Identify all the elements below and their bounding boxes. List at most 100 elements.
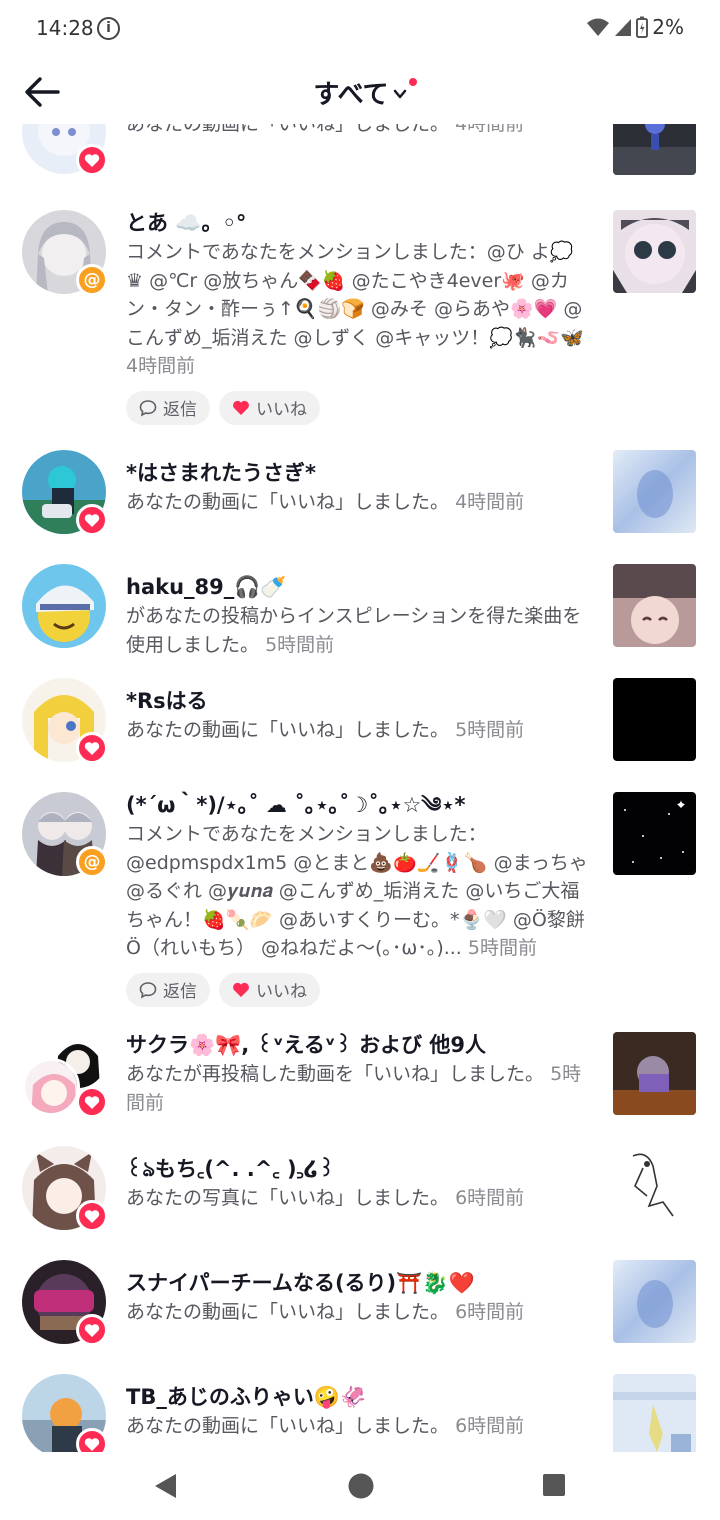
avatar[interactable]: @ bbox=[22, 792, 108, 878]
avatar[interactable] bbox=[22, 124, 108, 176]
chat-bubble-icon bbox=[139, 399, 157, 417]
timestamp: 4時間前 bbox=[126, 355, 196, 377]
like-badge bbox=[76, 504, 108, 536]
at-sign-icon: @ bbox=[83, 269, 101, 290]
notification-content: TB_あじのふりゃい🤪🦑 あなたの動画に「いいね」しました。 6時間前 bbox=[126, 1382, 592, 1441]
avatar-front bbox=[22, 1058, 80, 1116]
nav-home-button[interactable] bbox=[347, 1472, 375, 1504]
mention-badge: @ bbox=[76, 846, 108, 878]
avatar[interactable] bbox=[22, 564, 106, 648]
notification-list[interactable]: あなたの動画に「いいね」しました。 4時間前 @ とあ ☁️。◦° コメントであ… bbox=[0, 124, 720, 1452]
avatar[interactable] bbox=[22, 450, 108, 536]
like-badge bbox=[76, 144, 108, 176]
chevron-down-icon bbox=[393, 89, 406, 99]
status-time: 14:28 bbox=[36, 16, 94, 40]
notification-text: あなたの動画に「いいね」しました。 4時間前 bbox=[126, 124, 592, 139]
user-name[interactable]: TB_あじのふりゃい🤪🦑 bbox=[126, 1382, 592, 1412]
triangle-back-icon bbox=[155, 1474, 176, 1498]
notification-text: あなたの動画に「いいね」しました。 6時間前 bbox=[126, 1415, 525, 1437]
notification-text: あなたの動画に「いいね」しました。 5時間前 bbox=[126, 719, 525, 741]
notification-text: あなたの写真に「いいね」しました。 6時間前 bbox=[126, 1187, 525, 1209]
timestamp: 5時間前 bbox=[455, 719, 525, 741]
notification-text: があなたの投稿からインスピレーションを得た楽曲を使用しました。 5時間前 bbox=[126, 605, 582, 656]
notification-text: あなたが再投稿した動画を「いいね」しました。 5時間前 bbox=[126, 1063, 582, 1114]
user-name[interactable]: *はさまれたうさぎ* bbox=[126, 458, 592, 488]
photo-thumbnail[interactable] bbox=[613, 1146, 696, 1229]
video-thumbnail[interactable] bbox=[613, 1260, 696, 1343]
video-thumbnail[interactable] bbox=[613, 792, 696, 875]
title-wrap: すべて bbox=[0, 74, 720, 111]
timestamp: 5時間前 bbox=[467, 937, 537, 959]
unread-dot bbox=[408, 78, 417, 86]
video-thumbnail[interactable] bbox=[613, 1374, 696, 1452]
like-badge bbox=[76, 1200, 108, 1232]
filter-dropdown[interactable]: すべて bbox=[313, 74, 417, 111]
timestamp: 6時間前 bbox=[455, 1301, 525, 1323]
notification-content: (*´ω｀*)/⋆｡˚ ☁︎ ˚｡⋆｡˚☽˚｡⋆☆༄⋆* コメントであなたをメン… bbox=[126, 790, 592, 1007]
timestamp: 4時間前 bbox=[455, 124, 525, 135]
user-name[interactable]: ꒰ঌもち꜀(^. .^꜀ )꜆໒꒱ bbox=[126, 1154, 592, 1184]
heart-icon bbox=[84, 513, 100, 527]
notification-content: とあ ☁️。◦° コメントであなたをメンションしました：@ひ よ💭 ♛ @℃r … bbox=[126, 208, 592, 425]
user-name[interactable]: スナイパーチームなる(るり)⛩️🐉❤️ bbox=[126, 1268, 592, 1298]
nav-recents-button[interactable] bbox=[542, 1472, 566, 1502]
battery-icon bbox=[636, 16, 649, 38]
status-icons: 2% bbox=[586, 15, 684, 39]
notification-content: *Rsはる あなたの動画に「いいね」しました。 5時間前 bbox=[126, 686, 592, 745]
user-name[interactable]: (*´ω｀*)/⋆｡˚ ☁︎ ˚｡⋆｡˚☽˚｡⋆☆༄⋆* bbox=[126, 790, 592, 820]
user-name[interactable]: *Rsはる bbox=[126, 686, 592, 716]
avatar[interactable] bbox=[22, 1260, 108, 1346]
signal-icon bbox=[615, 19, 632, 36]
chat-bubble-icon bbox=[139, 981, 157, 999]
battery-percent: 2% bbox=[652, 15, 684, 39]
avatar[interactable] bbox=[22, 678, 108, 764]
heart-icon bbox=[84, 1209, 100, 1223]
notification-text: あなたの動画に「いいね」しました。 4時間前 bbox=[126, 491, 525, 513]
timestamp: 6時間前 bbox=[455, 1187, 525, 1209]
notification-text: コメントであなたをメンションしました：@edpmspdx1m5 @とまと💩🍅🏒🪢… bbox=[126, 823, 588, 959]
reply-button[interactable]: 返信 bbox=[126, 390, 210, 425]
comment-actions: 返信 いいね bbox=[126, 972, 592, 1007]
notification-content: *はさまれたうさぎ* あなたの動画に「いいね」しました。 4時間前 bbox=[126, 458, 592, 517]
wifi-icon bbox=[587, 18, 610, 36]
status-bar: 14:28 i 2% bbox=[0, 0, 720, 58]
video-thumbnail[interactable] bbox=[613, 124, 696, 175]
like-comment-button[interactable]: いいね bbox=[219, 972, 320, 1007]
heart-icon bbox=[233, 400, 249, 415]
like-badge bbox=[76, 1314, 108, 1346]
notification-text: あなたの動画に「いいね」しました。 6時間前 bbox=[126, 1301, 525, 1323]
timestamp: 4時間前 bbox=[455, 491, 525, 513]
video-thumbnail[interactable] bbox=[613, 678, 696, 761]
video-thumbnail[interactable] bbox=[613, 210, 696, 293]
heart-icon bbox=[84, 1437, 100, 1451]
video-thumbnail[interactable] bbox=[613, 450, 696, 533]
avatar[interactable] bbox=[22, 1146, 108, 1232]
like-badge bbox=[76, 1428, 108, 1452]
notification-content: あなたの動画に「いいね」しました。 4時間前 bbox=[126, 124, 592, 139]
circle-home-icon bbox=[348, 1473, 374, 1499]
system-nav-bar bbox=[0, 1452, 720, 1520]
info-icon: i bbox=[97, 17, 120, 40]
heart-icon bbox=[84, 1323, 100, 1337]
video-thumbnail[interactable] bbox=[613, 1032, 696, 1115]
nav-back-button[interactable] bbox=[152, 1472, 178, 1504]
reply-button[interactable]: 返信 bbox=[126, 972, 210, 1007]
comment-actions: 返信 いいね bbox=[126, 390, 592, 425]
page-title: すべて bbox=[313, 80, 389, 110]
avatar-group[interactable] bbox=[22, 1032, 108, 1118]
notification-content: サクラ🌸🎀, ꒰ᵛえるᵛ꒱ および 他9人 あなたが再投稿した動画を「いいね」し… bbox=[126, 1030, 592, 1117]
avatar[interactable]: @ bbox=[22, 210, 108, 296]
user-name[interactable]: haku_89_🎧🍼 bbox=[126, 572, 592, 602]
user-name[interactable]: とあ ☁️。◦° bbox=[126, 208, 592, 238]
like-comment-button[interactable]: いいね bbox=[219, 390, 320, 425]
user-name[interactable]: サクラ🌸🎀, ꒰ᵛえるᵛ꒱ および 他9人 bbox=[126, 1030, 592, 1060]
like-badge bbox=[76, 1086, 108, 1118]
avatar[interactable] bbox=[22, 1374, 108, 1452]
video-thumbnail[interactable] bbox=[613, 564, 696, 647]
like-badge bbox=[76, 732, 108, 764]
heart-icon bbox=[233, 982, 249, 997]
notification-text: コメントであなたをメンションしました：@ひ よ💭 ♛ @℃r @放ちゃん🍫🍓 @… bbox=[126, 241, 584, 377]
notification-content: ꒰ঌもち꜀(^. .^꜀ )꜆໒꒱ あなたの写真に「いいね」しました。 6時間前 bbox=[126, 1154, 592, 1213]
mention-badge: @ bbox=[76, 264, 108, 296]
notification-content: スナイパーチームなる(るり)⛩️🐉❤️ あなたの動画に「いいね」しました。 6時… bbox=[126, 1268, 592, 1327]
